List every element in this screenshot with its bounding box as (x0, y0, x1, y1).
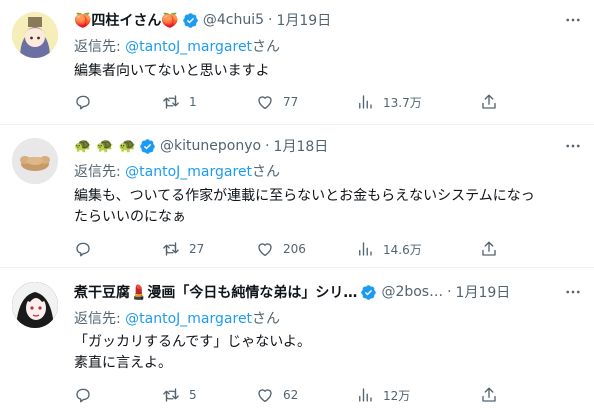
tweet-text-line: 編集も、ついてる作家が連載に至らないとお金もらえないシステムになっ (74, 188, 535, 204)
reply-prefix: 返信先: (74, 164, 121, 180)
like-icon (258, 389, 272, 403)
view-count: 13.7万 (383, 95, 422, 110)
reply-prefix: 返信先: (74, 311, 121, 327)
reply-suffix: さん (252, 39, 281, 55)
tweet-text-line: たらいいのになぁ (74, 209, 186, 225)
separator-dot: · (265, 138, 270, 154)
like-icon (258, 243, 272, 257)
share-icon (482, 387, 496, 402)
avatar[interactable] (12, 12, 58, 58)
retweet-button[interactable]: 27 (162, 238, 204, 260)
more-icon[interactable] (564, 11, 582, 29)
like-count: 62 (283, 388, 299, 402)
timestamp[interactable]: 1月18日 (274, 136, 329, 156)
share-button[interactable] (480, 238, 498, 260)
reply-button[interactable] (74, 384, 101, 406)
retweet-button[interactable]: 1 (162, 91, 197, 113)
retweet-icon (163, 95, 179, 109)
tweet[interactable]: 🍑四柱イさん🍑 @4chui5 · 1月19日 返信先: @tantoJ_mar… (0, 0, 594, 125)
retweet-count: 5 (189, 388, 197, 402)
views-button[interactable]: 14.6万 (356, 238, 422, 260)
tweet-text-line: 編集者向いてないと思いますよ (74, 63, 270, 79)
share-icon (482, 241, 496, 256)
display-name[interactable]: 🍑四柱イさん🍑 (74, 10, 179, 30)
share-button[interactable] (480, 91, 498, 113)
view-count: 14.6万 (383, 242, 422, 257)
separator-dot: · (447, 284, 452, 300)
like-icon (258, 96, 272, 110)
more-icon[interactable] (564, 137, 582, 155)
share-icon (482, 94, 496, 109)
more-icon[interactable] (564, 283, 582, 301)
reply-suffix: さん (252, 311, 281, 327)
views-button[interactable]: 13.7万 (356, 91, 422, 113)
reply-prefix: 返信先: (74, 39, 121, 55)
like-button[interactable]: 206 (256, 238, 306, 260)
tweet-text: 「ガッカリするんです」じゃないよ。 素直に言えよ。 (74, 332, 578, 374)
avatar[interactable] (12, 138, 58, 184)
verified-badge-icon (361, 284, 377, 300)
reply-context: 返信先: @tantoJ_margaretさん (74, 308, 280, 328)
verified-badge-icon (183, 12, 198, 28)
reply-icon (76, 95, 90, 110)
separator-dot: · (268, 12, 273, 28)
like-button[interactable]: 62 (256, 384, 298, 406)
reply-icon (76, 388, 90, 403)
avatar[interactable] (12, 282, 58, 328)
like-count: 77 (283, 95, 299, 109)
retweet-icon (163, 242, 179, 256)
reply-mention[interactable]: @tantoJ_margaret (125, 164, 252, 180)
share-button[interactable] (480, 384, 498, 406)
display-name[interactable]: 🐢 🐢 🐢 (74, 138, 136, 154)
timestamp[interactable]: 1月19日 (276, 10, 331, 30)
tweet[interactable]: 煮干豆腐💄漫画「今日も純情な弟は」シリ… @2bos… · 1月19日 返信先:… (0, 268, 594, 419)
tweet-text-line: 素直に言えよ。 (74, 355, 172, 371)
handle[interactable]: @kituneponyo (160, 138, 261, 154)
like-count: 206 (283, 242, 306, 256)
handle[interactable]: @2bos… (381, 284, 443, 300)
reply-button[interactable] (74, 238, 101, 260)
tweet-text: 編集も、ついてる作家が連載に至らないとお金もらえないシステムになっ たらいいのに… (74, 186, 586, 228)
reply-context: 返信先: @tantoJ_margaretさん (74, 161, 280, 181)
display-name[interactable]: 煮干豆腐💄漫画「今日も純情な弟は」シリ… (74, 282, 357, 302)
reply-suffix: さん (252, 164, 281, 180)
tweet-text-line: 「ガッカリするんです」じゃないよ。 (74, 334, 312, 350)
views-icon (359, 388, 372, 402)
retweet-count: 27 (189, 242, 205, 256)
retweet-count: 1 (189, 95, 197, 109)
reply-context: 返信先: @tantoJ_margaretさん (74, 36, 280, 56)
views-icon (359, 242, 372, 256)
handle[interactable]: @4chui5 (203, 12, 264, 28)
timestamp[interactable]: 1月19日 (456, 282, 511, 302)
reply-mention[interactable]: @tantoJ_margaret (125, 39, 252, 55)
views-button[interactable]: 12万 (356, 384, 410, 406)
view-count: 12万 (383, 388, 411, 403)
tweet[interactable]: 🐢 🐢 🐢 @kituneponyo · 1月18日 返信先: @tantoJ_… (0, 125, 594, 268)
action-bar: 5 62 12万 (64, 384, 534, 406)
action-bar: 27 206 14.6万 (64, 238, 534, 260)
retweet-button[interactable]: 5 (162, 384, 197, 406)
reply-mention[interactable]: @tantoJ_margaret (125, 311, 252, 327)
like-button[interactable]: 77 (256, 91, 298, 113)
retweet-icon (163, 388, 179, 402)
verified-badge-icon (140, 138, 155, 154)
tweet-text: 編集者向いてないと思いますよ (74, 61, 578, 82)
reply-icon (76, 242, 90, 257)
views-icon (359, 95, 372, 109)
action-bar: 1 77 13.7万 (64, 91, 534, 113)
reply-button[interactable] (74, 91, 101, 113)
